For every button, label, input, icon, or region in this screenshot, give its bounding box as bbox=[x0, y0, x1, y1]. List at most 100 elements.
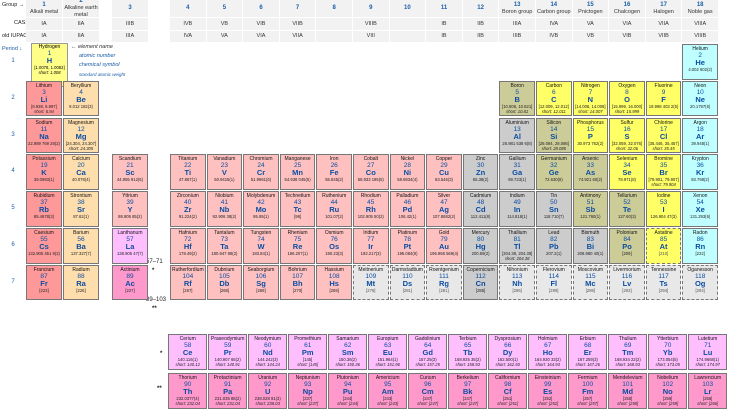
element-lu[interactable]: Lutetium 71 Lu 174.9668(1) short: 174.97 bbox=[688, 334, 728, 370]
element-hf[interactable]: Hafnium 72 Hf 178.49(2) bbox=[170, 228, 206, 264]
element-pa[interactable]: Protactinium 91 Pa 231.035 88(2) short: 231.… bbox=[208, 373, 248, 409]
element-mo[interactable]: Molybdenum 42 Mo 95.95(1) bbox=[243, 191, 279, 227]
element-tc[interactable]: Technetium 43 Tc [98] bbox=[279, 191, 316, 227]
element-fe[interactable]: Iron 26 Fe 55.845(2) bbox=[316, 154, 352, 190]
element-hg[interactable]: Mercury 80 Hg 200.59(2) bbox=[462, 228, 499, 264]
element-ir[interactable]: Iridium 77 Ir 192.217(3) bbox=[353, 228, 389, 264]
element-np[interactable]: Neptunium 93 Np [237] short: [237] bbox=[288, 373, 328, 409]
element-s[interactable]: Sulfur 16 S [32.059, 32.076] short: 32.06 bbox=[609, 117, 645, 154]
element-ta[interactable]: Tantalum 73 Ta 180.947 88(2) bbox=[206, 228, 243, 264]
element-zr[interactable]: Zirconium 40 Zr 91.224(2) bbox=[170, 191, 206, 227]
element-p[interactable]: Phosphorus 15 P 30.973 762(2) bbox=[572, 117, 609, 154]
element-bk[interactable]: Berkelium 97 Bk [247] short: [247] bbox=[448, 373, 488, 409]
element-yb[interactable]: Ytterbium 70 Yb 173.054(5) short: 173.05 bbox=[648, 334, 688, 370]
element-ba[interactable]: Barium 56 Ba 137.327(7) bbox=[63, 228, 99, 264]
element-w[interactable]: Tungsten 74 W 183.84(1) bbox=[243, 228, 279, 264]
element-sg[interactable]: Seaborgium 106 Sg [269] bbox=[243, 264, 279, 301]
element-sb[interactable]: Antimony 51 Sb 121.760(1) bbox=[572, 191, 609, 227]
element-pd[interactable]: Palladium 46 Pd 106.42(1) bbox=[389, 191, 426, 227]
element-rb[interactable]: Rubidium 37 Rb 85.4678(3) bbox=[26, 191, 62, 227]
element-og[interactable]: Oganesson 118 Og [294] bbox=[682, 264, 718, 301]
element-kr[interactable]: Krypton 36 Kr 83.798(2) bbox=[682, 154, 718, 190]
element-mn[interactable]: Manganese 25 Mn 54.938 045(5) bbox=[279, 154, 316, 190]
element-bi[interactable]: Bismuth 83 Bi 208.980 40(1) bbox=[572, 228, 609, 264]
element-ce[interactable]: Cerium 58 Ce 140.116(1) short: 140.12 bbox=[168, 334, 208, 370]
element-cu[interactable]: Copper 29 Cu 63.546(3) bbox=[426, 154, 462, 190]
element-cl[interactable]: Chlorine 17 Cl [35.446, 35.457] short: 35.45 bbox=[645, 117, 682, 154]
element-ge[interactable]: Germanium 32 Ge 72.630(8) bbox=[536, 154, 572, 190]
element-sm[interactable]: Samarium 62 Sm 150.36(2) short: 150.36 bbox=[328, 334, 368, 370]
element-rh[interactable]: Rhodium 45 Rh 102.905 50(2) bbox=[353, 191, 389, 227]
element-cf[interactable]: Californium 98 Cf [251] short: [251] bbox=[488, 373, 528, 409]
element-b[interactable]: Boron 5 B [10.806, 10.821] short: 10.81 bbox=[499, 80, 535, 117]
element-cr[interactable]: Chromium 24 Cr 51.9961(6) bbox=[243, 154, 279, 190]
element-ne[interactable]: Neon 10 Ne 20.1797(6) bbox=[682, 80, 718, 117]
element-hs[interactable]: Hassium 108 Hs [269] bbox=[316, 264, 352, 301]
element-in[interactable]: Indium 49 In 114.818(1) bbox=[499, 191, 535, 227]
element-rn[interactable]: Radon 86 Rn [222] bbox=[682, 228, 718, 264]
element-tb[interactable]: Terbium 65 Tb 158.925 35(2) short: 158.93 bbox=[448, 334, 488, 370]
element-rf[interactable]: Rutherfordium 104 Rf [267] bbox=[170, 264, 206, 301]
element-au[interactable]: Gold 79 Au 196.966 569(4) bbox=[426, 228, 462, 264]
element-at[interactable]: Astatine 85 At [210] bbox=[645, 228, 682, 264]
element-cn[interactable]: Copernicium 112 Cn [285] bbox=[462, 264, 499, 301]
element-mg[interactable]: Magnesium 12 Mg [24.304, 24.307] short: 24.3… bbox=[63, 117, 99, 154]
element-na[interactable]: Sodium 11 Na 22.989 769 28(2) bbox=[26, 117, 62, 154]
element-sn[interactable]: Tin 50 Sn 118.710(7) bbox=[536, 191, 572, 227]
element-ca[interactable]: Calcium 20 Ca 40.078(4) bbox=[63, 154, 99, 190]
element-he[interactable]: Helium 2 He 4.002 602(2) bbox=[682, 44, 718, 80]
element-al[interactable]: Aluminium 13 Al 26.981 538 6(8) bbox=[499, 117, 535, 154]
element-eu[interactable]: Europium 63 Eu 151.964(1) short: 151.96 bbox=[368, 334, 408, 370]
element-ru[interactable]: Ruthenium 44 Ru 101.07(2) bbox=[316, 191, 352, 227]
element-ra[interactable]: Radium 88 Ra [226] bbox=[63, 264, 99, 301]
element-lv[interactable]: Livermorium 116 Lv [293] bbox=[609, 264, 645, 301]
element-lr[interactable]: Lawrencium 103 Lr [266] short: [266] bbox=[688, 373, 728, 409]
element-k[interactable]: Potassium 19 K 39.0983(1) bbox=[26, 154, 62, 190]
element-sr[interactable]: Strontium 38 Sr 87.62(1) bbox=[63, 191, 99, 227]
element-bh[interactable]: Bohrium 107 Bh [270] bbox=[279, 264, 316, 301]
element-sc[interactable]: Scandium 21 Sc 44.955 912(6) bbox=[112, 154, 148, 190]
element-mt[interactable]: Meitnerium 109 Mt [278] bbox=[353, 264, 389, 301]
element-pt[interactable]: Platinum 78 Pt 195.084(9) bbox=[389, 228, 426, 264]
element-ag[interactable]: Silver 47 Ag 107.8682(2) bbox=[426, 191, 462, 227]
element-nb[interactable]: Niobium 41 Nb 92.906 38(2) bbox=[206, 191, 243, 227]
element-os[interactable]: Osmium 76 Os 190.23(3) bbox=[316, 228, 352, 264]
element-cs[interactable]: Caesium 55 Cs 132.905 451 9(2) bbox=[26, 228, 62, 264]
element-ac[interactable]: Actinium 89 Ac [227] bbox=[112, 264, 148, 301]
element-te[interactable]: Tellurium 52 Te 127.60(3) bbox=[609, 191, 645, 227]
element-fr[interactable]: Francium 87 Fr [223] bbox=[26, 264, 62, 301]
element-tl[interactable]: Thallium 81 Tl [204.38, 204.39] short: 204.3… bbox=[499, 228, 535, 264]
element-co[interactable]: Cobalt 27 Co 58.933 195(5) bbox=[353, 154, 389, 190]
element-la[interactable]: Lanthanum 57 La 138.905 47(7) bbox=[112, 228, 148, 264]
element-ti[interactable]: Titanium 22 Ti 47.867(1) bbox=[170, 154, 206, 190]
element-li[interactable]: Lithium 3 Li [6.938, 6.997] short: 6.94 bbox=[26, 80, 62, 117]
element-dy[interactable]: Dysprosium 66 Dy 162.500(1) short: 162.50 bbox=[488, 334, 528, 370]
element-rg[interactable]: Roentgenium 111 Rg [281] bbox=[426, 264, 462, 301]
element-nh[interactable]: Nihonium 113 Nh [286] bbox=[499, 264, 535, 301]
element-c[interactable]: Carbon 6 C [12.009, 12.012] short: 12.011 bbox=[536, 80, 572, 117]
element-ts[interactable]: Tennessine 117 Ts [294] bbox=[645, 264, 682, 301]
element-pu[interactable]: Plutonium 94 Pu [244] short: [244] bbox=[328, 373, 368, 409]
element-mc[interactable]: Moscovium 115 Mc [289] bbox=[572, 264, 609, 301]
element-ar[interactable]: Argon 18 Ar 39.948(1) bbox=[682, 117, 718, 154]
element-i[interactable]: Iodine 53 I 126.904 47(3) bbox=[645, 191, 682, 227]
element-pm[interactable]: Promethium 61 Pm [145] short: [145] bbox=[288, 334, 328, 370]
element-pb[interactable]: Lead 82 Pb 207.2(1) bbox=[536, 228, 572, 264]
element-br[interactable]: Bromine 35 Br [79.901, 79.907] short: 79.904 bbox=[645, 154, 682, 190]
element-no[interactable]: Nobelium 102 No [259] short: [259] bbox=[648, 373, 688, 409]
element-tm[interactable]: Thulium 69 Tm 168.934 22(2) short: 168.93 bbox=[608, 334, 648, 370]
element-gd[interactable]: Gadolinium 64 Gd 157.25(3) short: 157.25 bbox=[408, 334, 448, 370]
element-md[interactable]: Mendelevium 101 Md [258] short: [258] bbox=[608, 373, 648, 409]
element-fl[interactable]: Flerovium 114 Fl [289] bbox=[536, 264, 572, 301]
element-nd[interactable]: Neodymium 60 Nd 144.242(3) short: 144.24 bbox=[248, 334, 288, 370]
element-fm[interactable]: Fermium 100 Fm [257] short: [257] bbox=[568, 373, 608, 409]
element-cm[interactable]: Curium 96 Cm [247] short: [247] bbox=[408, 373, 448, 409]
element-po[interactable]: Polonium 84 Po [209] bbox=[609, 228, 645, 264]
element-cd[interactable]: Cadmium 48 Cd 112.411(8) bbox=[462, 191, 499, 227]
element-as[interactable]: Arsenic 33 As 74.921 60(2) bbox=[572, 154, 609, 190]
element-y[interactable]: Yttrium 39 Y 88.905 85(2) bbox=[112, 191, 148, 227]
element-am[interactable]: Americium 95 Am [243] short: [243] bbox=[368, 373, 408, 409]
element-th[interactable]: Thorium 90 Th 232.0377(4) short: 232.04 bbox=[168, 373, 208, 409]
element-ho[interactable]: Holmium 67 Ho 164.930 33(2) short: 164.93 bbox=[528, 334, 568, 370]
element-er[interactable]: Erbium 68 Er 167.259(3) short: 167.26 bbox=[568, 334, 608, 370]
